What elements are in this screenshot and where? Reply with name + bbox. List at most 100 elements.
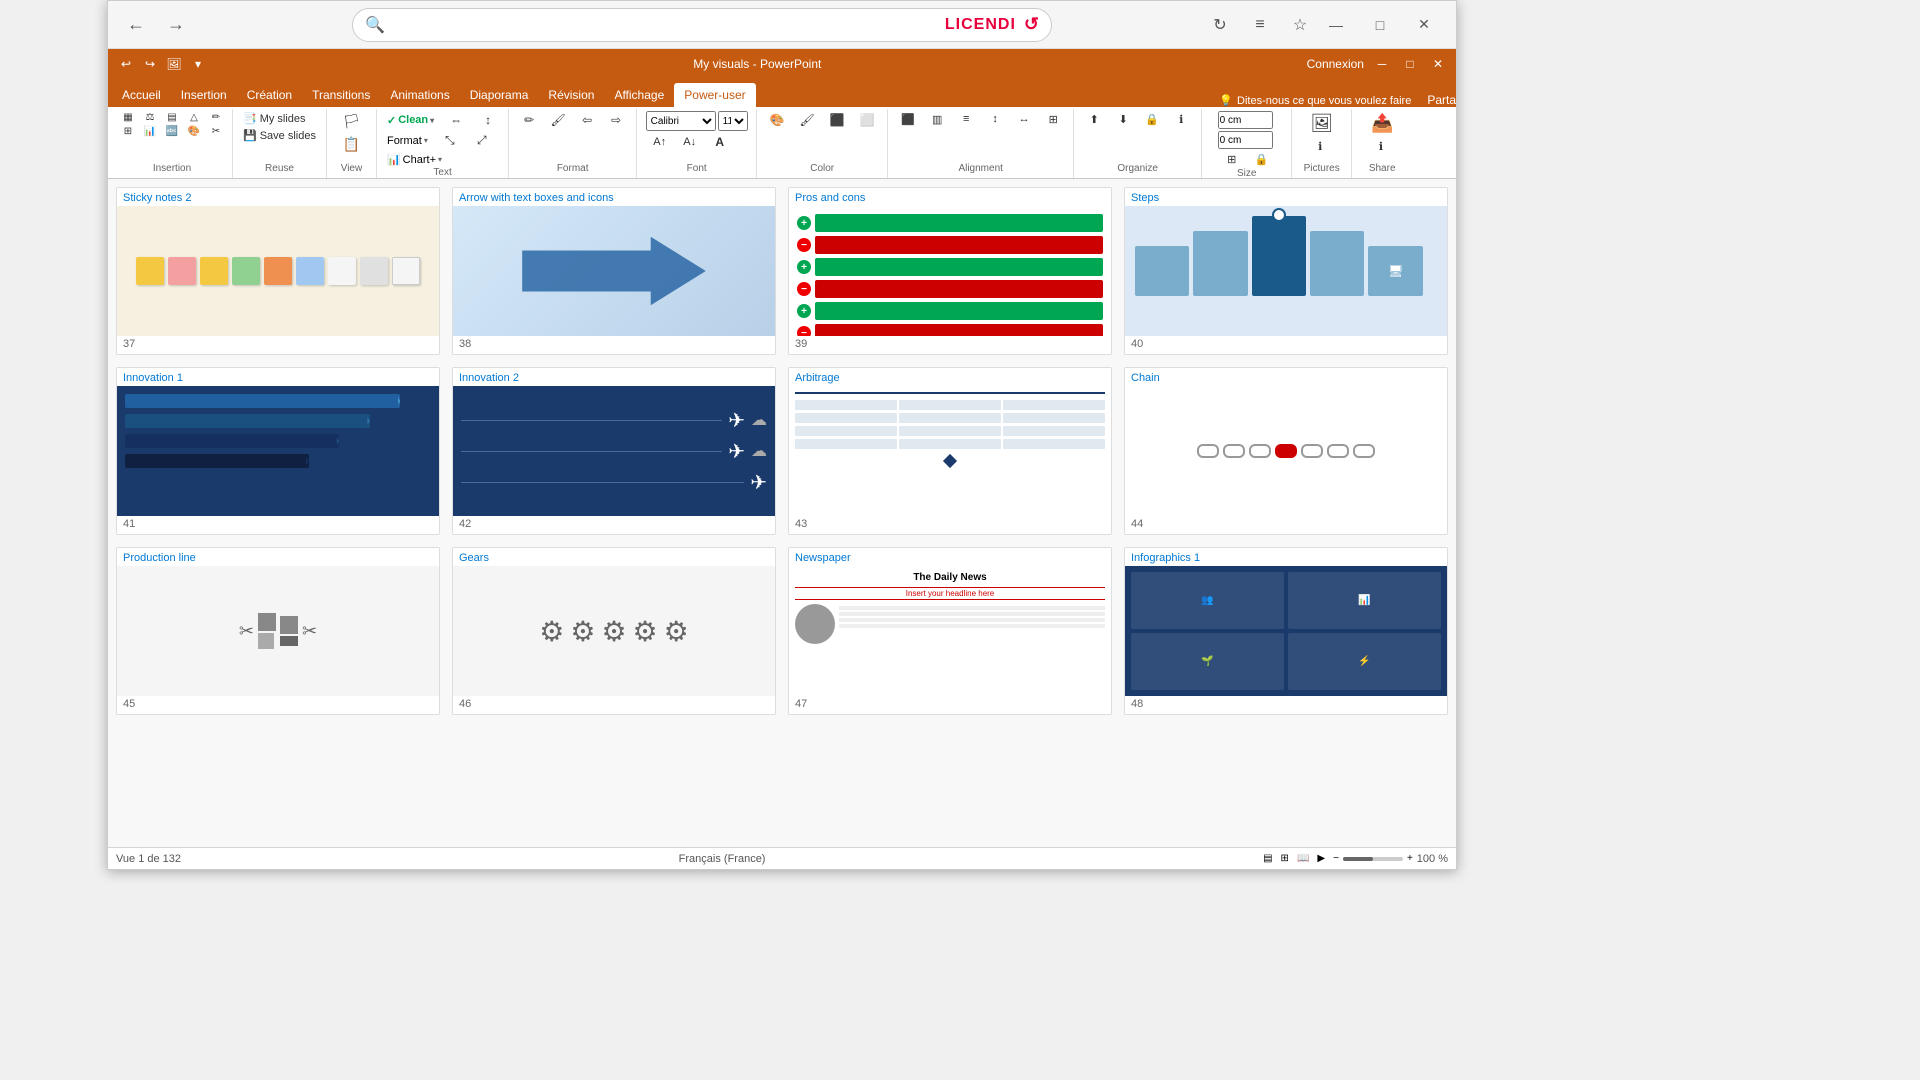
address-input[interactable] bbox=[393, 17, 937, 32]
tab-affichage[interactable]: Affichage bbox=[604, 83, 674, 107]
font-name-select[interactable]: Calibri bbox=[646, 111, 716, 131]
gallery-item-proscons[interactable]: Pros and cons + − + bbox=[788, 187, 1112, 355]
tab-accueil[interactable]: Accueil bbox=[112, 83, 171, 107]
my-slides-button[interactable]: 📑 My slides bbox=[239, 111, 310, 126]
icon-btn-2[interactable]: ⚖ bbox=[140, 111, 160, 124]
fmt-btn-4[interactable]: ⇨ bbox=[602, 111, 630, 129]
text-tool-3[interactable]: ⤡ bbox=[436, 131, 464, 150]
gallery-item-innov1[interactable]: Innovation 1 bbox=[116, 367, 440, 535]
ppt-minimize-button[interactable]: ─ bbox=[1372, 54, 1392, 74]
tab-poweruser[interactable]: Power-user bbox=[674, 83, 755, 107]
gallery-item-gears[interactable]: Gears ⚙ ⚙ ⚙ ⚙ ⚙ 46 bbox=[452, 547, 776, 715]
qat-more-button[interactable]: ▾ bbox=[188, 54, 208, 74]
zoom-in-button[interactable]: + bbox=[1407, 853, 1413, 864]
tab-revision[interactable]: Révision bbox=[538, 83, 604, 107]
align-btn-4[interactable]: ↕ bbox=[981, 111, 1009, 127]
tab-insertion[interactable]: Insertion bbox=[171, 83, 237, 107]
reload-button[interactable]: ↻ bbox=[1204, 9, 1236, 41]
arb-cell-2 bbox=[899, 400, 1001, 410]
size-btn-1[interactable]: ⊞ bbox=[1218, 151, 1246, 168]
icon-btn-8[interactable]: 🔤 bbox=[162, 125, 182, 138]
icon-btn-3[interactable]: ▤ bbox=[162, 111, 182, 124]
icon-btn-6[interactable]: ⊞ bbox=[118, 125, 138, 138]
ppt-close-button[interactable]: ✕ bbox=[1428, 54, 1448, 74]
lock-button[interactable]: 🔒 bbox=[1248, 151, 1276, 168]
gallery-item-newspaper[interactable]: Newspaper The Daily News Insert your hea… bbox=[788, 547, 1112, 715]
presentation-button[interactable]: 🖼 bbox=[164, 54, 184, 74]
color-btn-4[interactable]: ⬜ bbox=[853, 111, 881, 129]
fmt-btn-1[interactable]: ✏ bbox=[515, 111, 543, 129]
icon-btn-7[interactable]: 📊 bbox=[140, 125, 160, 138]
forward-button[interactable]: → bbox=[160, 9, 192, 41]
share-btn-2[interactable]: ℹ bbox=[1367, 138, 1395, 155]
text-tool-2[interactable]: ↕ bbox=[474, 111, 502, 129]
color-btn-2[interactable]: 🖌 bbox=[793, 111, 821, 129]
maximize-button[interactable]: □ bbox=[1360, 5, 1400, 45]
tab-animations[interactable]: Animations bbox=[380, 83, 459, 107]
icon-btn-1[interactable]: ▦ bbox=[118, 111, 138, 124]
gallery-item-innov2[interactable]: Innovation 2 ✈ ☁ ✈ ☁ bbox=[452, 367, 776, 535]
ppt-maximize-button[interactable]: □ bbox=[1400, 54, 1420, 74]
org-btn-3[interactable]: 🔒 bbox=[1138, 111, 1166, 128]
align-btn-3[interactable]: ≡ bbox=[952, 111, 980, 127]
gallery-item-sticky[interactable]: Sticky notes 2 bbox=[116, 187, 440, 355]
back-button[interactable]: ← bbox=[120, 9, 152, 41]
org-btn-4[interactable]: ℹ bbox=[1167, 111, 1195, 128]
tab-transitions[interactable]: Transitions bbox=[302, 83, 380, 107]
text-tool-4[interactable]: ⤢ bbox=[468, 131, 496, 150]
color-btn-1[interactable]: 🎨 bbox=[763, 111, 791, 129]
connexion-label[interactable]: Connexion bbox=[1307, 57, 1364, 71]
gallery-item-steps[interactable]: Steps 🖥 bbox=[1124, 187, 1448, 355]
align-btn-1[interactable]: ⬛ bbox=[894, 111, 922, 128]
chartplus-dropdown[interactable]: 📊 Chart+ ▾ bbox=[383, 152, 446, 167]
favorites-button[interactable]: ☆ bbox=[1284, 9, 1316, 41]
font-smaller-button[interactable]: A↓ bbox=[676, 133, 704, 151]
save-slides-button[interactable]: 💾 Save slides bbox=[239, 128, 320, 143]
fmt-btn-3[interactable]: ⇦ bbox=[573, 111, 601, 129]
view-normal-button[interactable]: ▤ bbox=[1263, 853, 1272, 864]
view-btn-2[interactable]: 📋 bbox=[337, 134, 365, 155]
format-dropdown-arrow: ▾ bbox=[424, 136, 428, 145]
share-btn-1[interactable]: 📤 bbox=[1367, 111, 1397, 136]
view-slideshow-button[interactable]: ▶ bbox=[1317, 853, 1325, 864]
align-btn-2[interactable]: ▥ bbox=[923, 111, 951, 128]
view-btn-1[interactable]: 🏳 bbox=[337, 111, 365, 132]
gallery-item-chain[interactable]: Chain 44 bbox=[1124, 367, 1448, 535]
icon-btn-4[interactable]: △ bbox=[184, 111, 204, 124]
gallery-item-arbitrage[interactable]: Arbitrage bbox=[788, 367, 1112, 535]
font-bold-button[interactable]: A bbox=[706, 133, 734, 151]
view-slide-sorter-button[interactable]: ⊞ bbox=[1281, 853, 1289, 864]
tab-creation[interactable]: Création bbox=[237, 83, 302, 107]
close-button[interactable]: ✕ bbox=[1404, 5, 1444, 45]
picture-btn-2[interactable]: ℹ bbox=[1306, 138, 1334, 155]
font-size-select[interactable]: 11 bbox=[718, 111, 748, 131]
redo-button[interactable]: ↪ bbox=[140, 54, 160, 74]
height-input[interactable] bbox=[1218, 131, 1273, 149]
zoom-out-button[interactable]: − bbox=[1333, 853, 1339, 864]
width-input[interactable] bbox=[1218, 111, 1273, 129]
undo-button[interactable]: ↩ bbox=[116, 54, 136, 74]
tab-diaporama[interactable]: Diaporama bbox=[460, 83, 539, 107]
icon-btn-5[interactable]: ✏ bbox=[206, 111, 226, 124]
align-btn-5[interactable]: ↔ bbox=[1010, 111, 1038, 127]
gallery-item-arrow[interactable]: Arrow with text boxes and icons 38 bbox=[452, 187, 776, 355]
format-dropdown[interactable]: Format ▾ bbox=[383, 134, 432, 148]
align-btn-6[interactable]: ⊞ bbox=[1039, 111, 1067, 128]
color-btn-3[interactable]: ⬛ bbox=[823, 111, 851, 129]
gallery-item-infographics[interactable]: Infographics 1 👥 📊 🌱 ⚡ 48 bbox=[1124, 547, 1448, 715]
clean-dropdown[interactable]: ✓ My slides Clean ▾ bbox=[383, 113, 438, 128]
font-larger-button[interactable]: A↑ bbox=[646, 133, 674, 151]
icon-btn-10[interactable]: ✂ bbox=[206, 125, 226, 138]
org-btn-1[interactable]: ⬆ bbox=[1080, 111, 1108, 128]
minimize-button[interactable]: — bbox=[1316, 5, 1356, 45]
view-reading-button[interactable]: 📖 bbox=[1297, 853, 1309, 864]
picture-btn-1[interactable]: 🖼 bbox=[1306, 111, 1337, 136]
menu-button[interactable]: ≡ bbox=[1244, 9, 1276, 41]
gallery-item-prodline[interactable]: Production line ✂ bbox=[116, 547, 440, 715]
fmt-btn-2[interactable]: 🖌 bbox=[544, 111, 572, 129]
partage-label[interactable]: Parta bbox=[1427, 93, 1456, 107]
zoom-slider[interactable] bbox=[1343, 857, 1403, 861]
org-btn-2[interactable]: ⬇ bbox=[1109, 111, 1137, 128]
text-tool-1[interactable]: ⇔ bbox=[442, 111, 470, 129]
icon-btn-9[interactable]: 🎨 bbox=[184, 125, 204, 138]
